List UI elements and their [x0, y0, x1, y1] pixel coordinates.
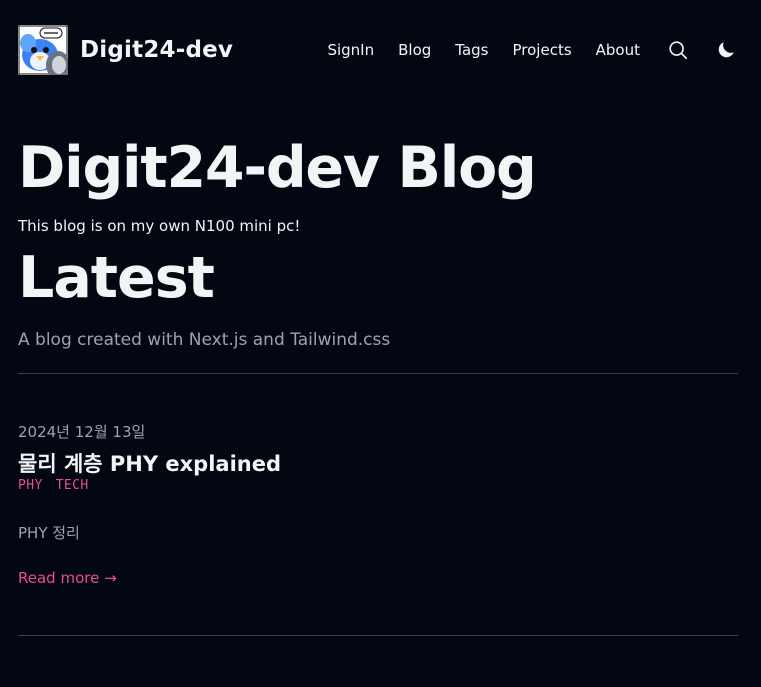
tag-phy[interactable]: PHY	[18, 478, 43, 493]
nav-projects[interactable]: Projects	[513, 41, 572, 59]
nav-signin[interactable]: SignIn	[327, 41, 374, 59]
post-item: 2024년 12월 13일 물리 계층 PHY explained PHY TE…	[18, 374, 738, 587]
read-more-link[interactable]: Read more →	[18, 569, 117, 587]
post-title-link[interactable]: 물리 계층 PHY explained	[18, 452, 281, 476]
moon-icon[interactable]	[714, 38, 738, 62]
nav-about[interactable]: About	[596, 41, 640, 59]
home-link[interactable]: Digit24-dev	[18, 25, 233, 75]
tag-tech[interactable]: TECH	[56, 478, 89, 493]
nav-tags[interactable]: Tags	[455, 41, 488, 59]
post-date: 2024년 12월 13일	[18, 423, 146, 441]
main-nav: SignIn Blog Tags Projects About	[327, 38, 738, 62]
post-divider	[18, 635, 738, 636]
page: Digit24-dev SignIn Blog Tags Projects Ab…	[0, 0, 761, 687]
site-header: Digit24-dev SignIn Blog Tags Projects Ab…	[18, 0, 738, 100]
latest-description: A blog created with Next.js and Tailwind…	[18, 330, 391, 350]
post-tags: PHY TECH	[18, 478, 738, 493]
post-summary: PHY 정리	[18, 524, 80, 542]
penguin-mascot-logo-icon	[18, 25, 68, 75]
search-icon[interactable]	[666, 38, 690, 62]
post-title: 물리 계층 PHY explained	[18, 450, 738, 478]
nav-blog[interactable]: Blog	[398, 41, 431, 59]
site-title: Digit24-dev	[80, 37, 234, 63]
blog-title: Digit24-dev Blog	[18, 135, 537, 201]
latest-heading: Latest	[18, 245, 215, 311]
blog-description: This blog is on my own N100 mini pc!	[18, 217, 301, 235]
